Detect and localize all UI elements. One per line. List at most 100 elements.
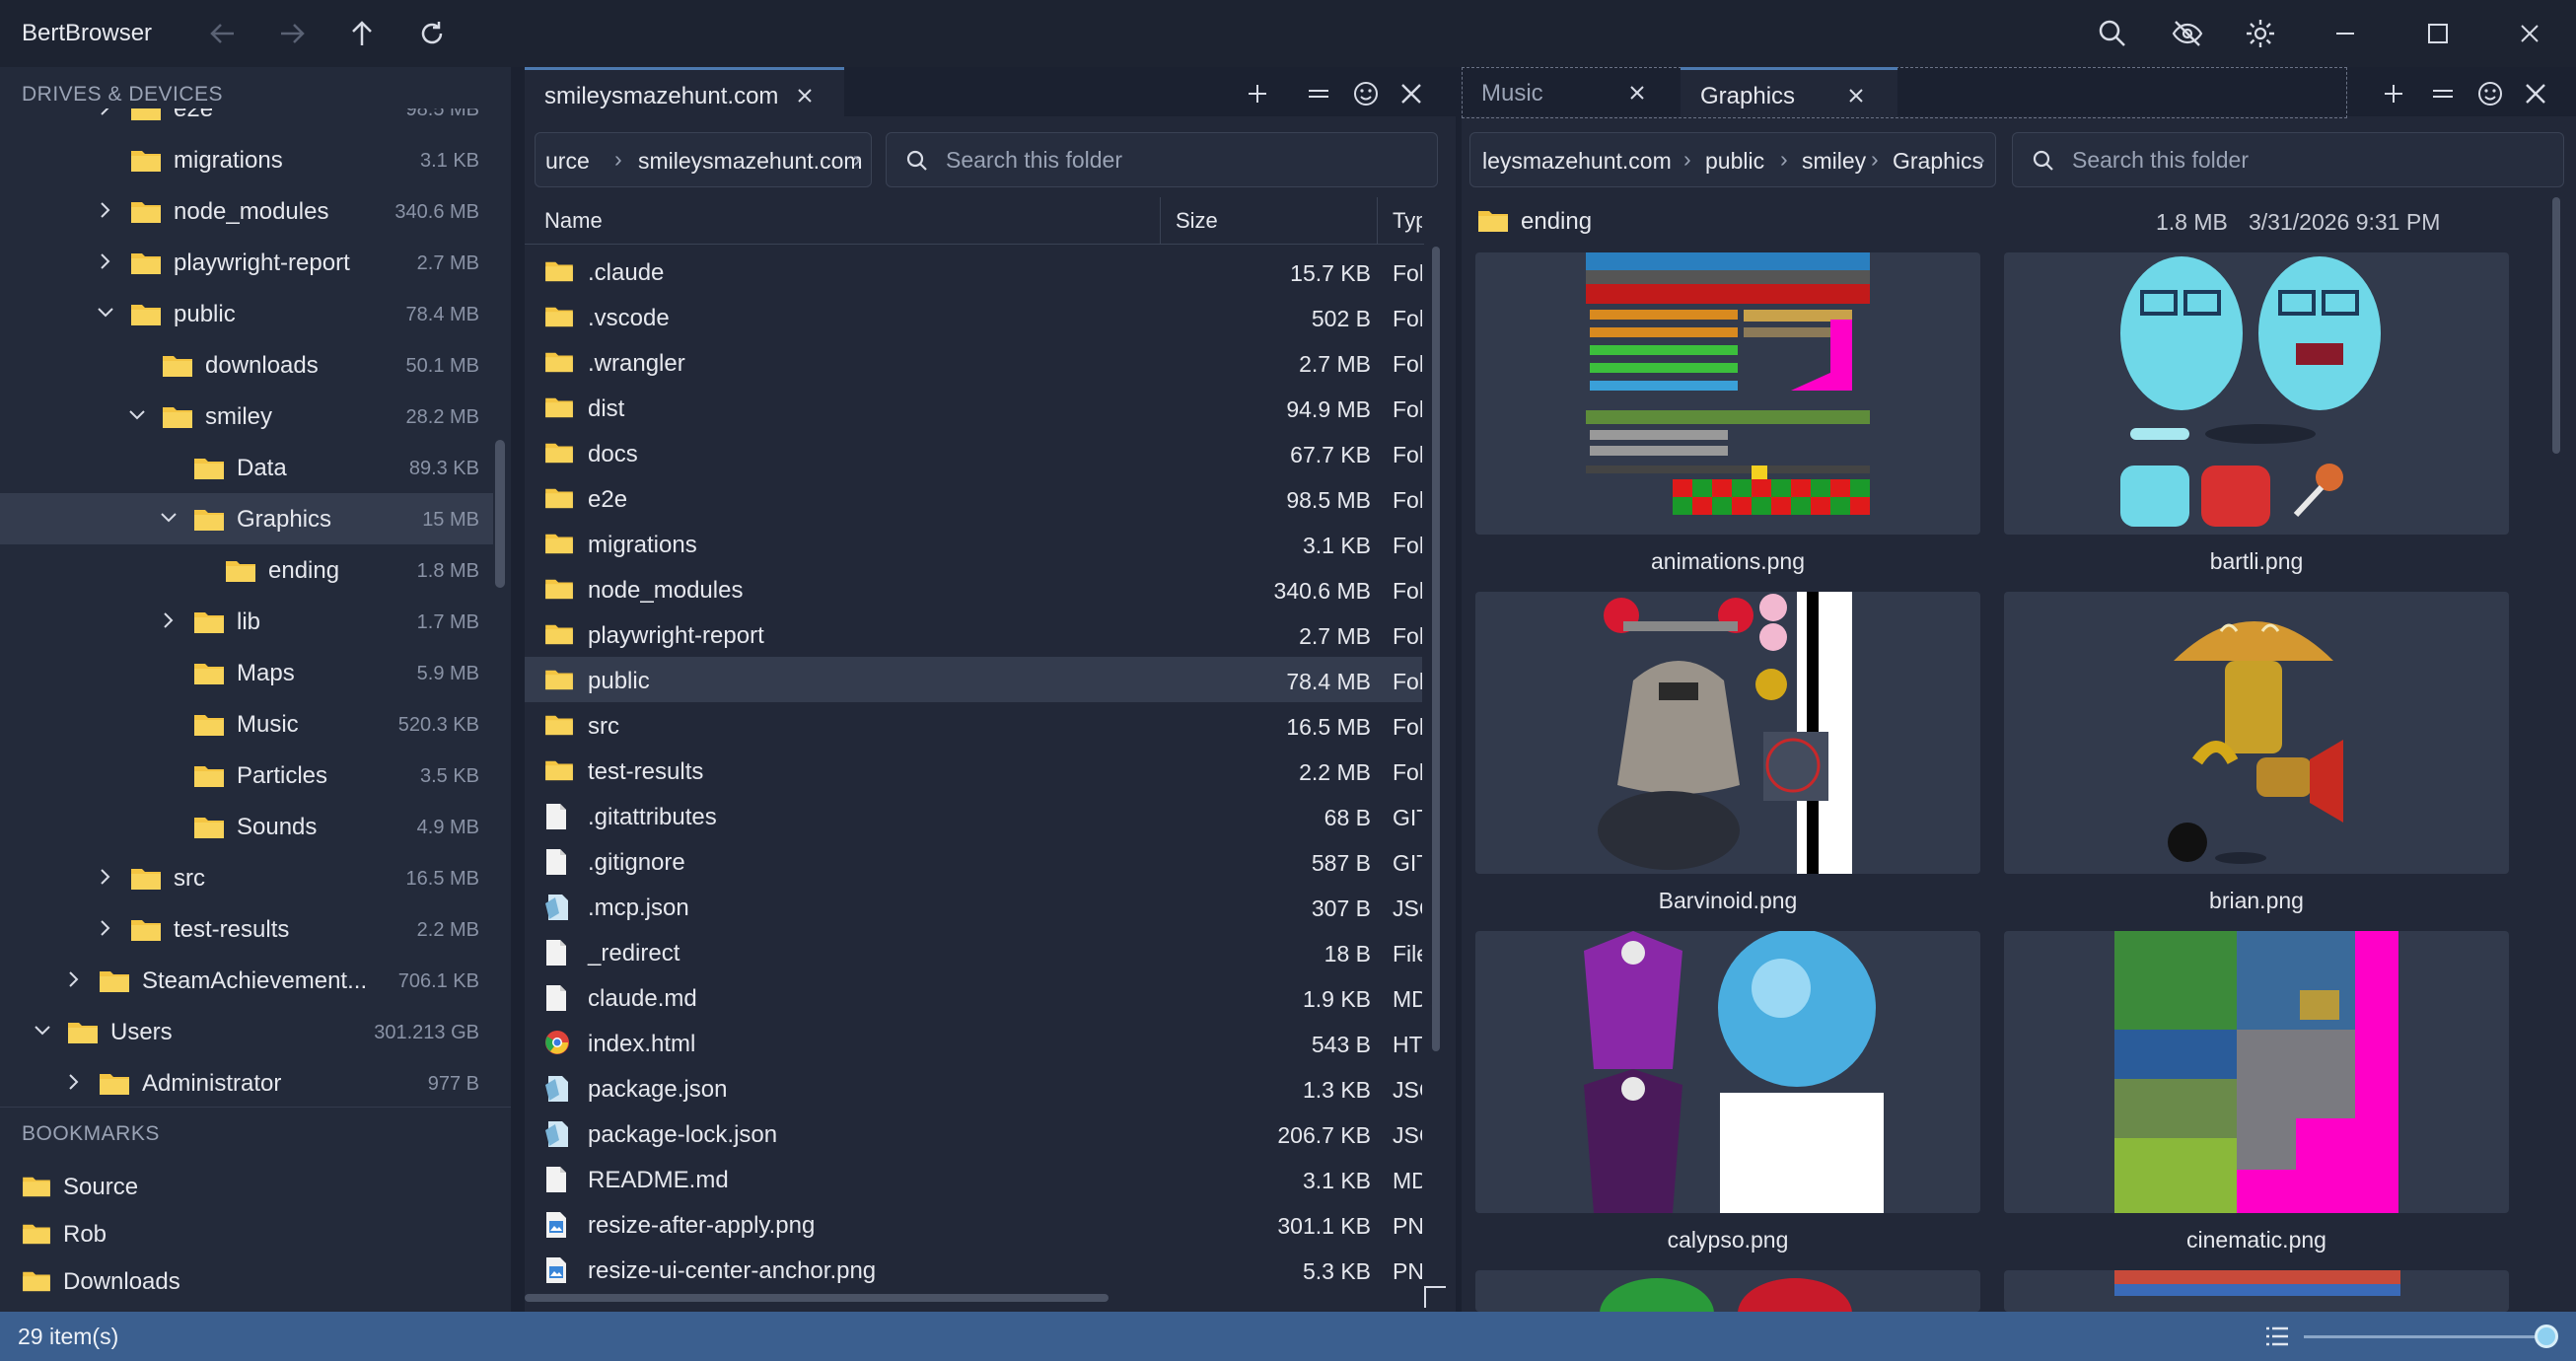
tree-item[interactable]: lib 1.7 MB: [0, 596, 493, 647]
breadcrumb-item[interactable]: urce: [545, 148, 590, 175]
tree-item[interactable]: e2e 98.5 MB: [0, 108, 493, 134]
tree-item[interactable]: src 16.5 MB: [0, 852, 493, 903]
file-row[interactable]: docs 67.7 KB Fol: [525, 430, 1422, 475]
bookmark-item[interactable]: Source: [0, 1162, 511, 1209]
close-pane-button[interactable]: [1395, 77, 1428, 110]
tab-music[interactable]: Music: [1462, 67, 1679, 116]
close-tab-button[interactable]: [1627, 83, 1647, 103]
tab-graphics[interactable]: Graphics: [1681, 67, 1897, 116]
folder-tree[interactable]: e2e 98.5 MB migrations 3.1 KB node_modules 34…: [0, 108, 493, 1107]
file-row[interactable]: public 78.4 MB Fol: [525, 657, 1422, 702]
hidden-files-toggle[interactable]: [2168, 14, 2207, 53]
tree-item[interactable]: test-results 2.2 MB: [0, 903, 493, 955]
right-address-bar[interactable]: leysmazehunt.com › public › smiley › Gra…: [1469, 132, 1996, 187]
horizontal-scrollbar[interactable]: [525, 1294, 1109, 1302]
expand-toggle[interactable]: [95, 199, 116, 221]
collapse-pane-button[interactable]: [1302, 77, 1335, 110]
breadcrumb-item[interactable]: leysmazehunt.com: [1482, 148, 1672, 175]
vertical-scrollbar[interactable]: [1432, 247, 1440, 1051]
file-row[interactable]: _redirect 18 B File: [525, 929, 1422, 974]
thumbnail-cinematic[interactable]: [2004, 931, 2509, 1213]
file-row[interactable]: .gitattributes 68 B GIT: [525, 793, 1422, 838]
close-tab-button[interactable]: [795, 86, 815, 106]
thumbnail-calypso[interactable]: [1475, 931, 1980, 1213]
maximize-button[interactable]: [2418, 14, 2458, 53]
new-tab-button[interactable]: [2377, 77, 2410, 110]
right-search-box[interactable]: [2012, 132, 2564, 187]
expand-toggle[interactable]: [63, 968, 85, 990]
column-header-size[interactable]: Size: [1176, 208, 1218, 234]
refresh-button[interactable]: [412, 14, 452, 53]
tree-item[interactable]: Maps 5.9 MB: [0, 647, 493, 698]
file-row[interactable]: package.json 1.3 KB JSC: [525, 1065, 1422, 1110]
expand-toggle[interactable]: [95, 108, 116, 118]
thumbnail-brian[interactable]: [2004, 592, 2509, 874]
tree-item[interactable]: ending 1.8 MB: [0, 544, 493, 596]
forward-button[interactable]: [272, 14, 312, 53]
expand-toggle[interactable]: [158, 609, 179, 631]
file-row[interactable]: claude.md 1.9 KB MD: [525, 974, 1422, 1020]
tree-item[interactable]: playwright-report 2.7 MB: [0, 237, 493, 288]
thumbnail-barvinoid[interactable]: [1475, 592, 1980, 874]
file-row[interactable]: node_modules 340.6 MB Fol: [525, 566, 1422, 611]
file-row[interactable]: resize-after-apply.png 301.1 KB PN: [525, 1201, 1422, 1247]
file-row[interactable]: package-lock.json 206.7 KB JSC: [525, 1110, 1422, 1156]
minimize-button[interactable]: [2326, 14, 2365, 53]
thumbnail-partial[interactable]: [1475, 1270, 1980, 1312]
tree-item[interactable]: Data 89.3 KB: [0, 442, 493, 493]
file-row[interactable]: migrations 3.1 KB Fol: [525, 521, 1422, 566]
column-separator[interactable]: [1377, 197, 1378, 245]
up-button[interactable]: [342, 14, 382, 53]
breadcrumb-item[interactable]: smileysmazehunt.com: [638, 148, 863, 175]
left-search-box[interactable]: [886, 132, 1438, 187]
file-row[interactable]: dist 94.9 MB Fol: [525, 385, 1422, 430]
smiley-button[interactable]: [2473, 77, 2507, 110]
tree-item[interactable]: node_modules 340.6 MB: [0, 185, 493, 237]
tree-item[interactable]: Sounds 4.9 MB: [0, 801, 493, 852]
thumbnail-animations[interactable]: [1475, 252, 1980, 535]
expand-toggle[interactable]: [95, 917, 116, 939]
collapse-toggle[interactable]: [32, 1020, 53, 1041]
file-row[interactable]: src 16.5 MB Fol: [525, 702, 1422, 748]
new-tab-button[interactable]: [1241, 77, 1274, 110]
zoom-slider-track[interactable]: [2304, 1335, 2540, 1338]
tree-item[interactable]: public 78.4 MB: [0, 288, 493, 339]
file-row[interactable]: test-results 2.2 MB Fol: [525, 748, 1422, 793]
file-row[interactable]: README.md 3.1 KB MD: [525, 1156, 1422, 1201]
tab-smileysmazehunt[interactable]: smileysmazehunt.com: [525, 67, 844, 116]
zoom-slider-thumb[interactable]: [2535, 1325, 2558, 1348]
search-input[interactable]: [946, 145, 1419, 175]
close-tab-button[interactable]: [1846, 86, 1866, 106]
file-row[interactable]: .gitignore 587 B GIT: [525, 838, 1422, 884]
column-separator[interactable]: [1160, 197, 1161, 245]
file-row[interactable]: index.html 543 B HT: [525, 1020, 1422, 1065]
tree-item[interactable]: Users 301.213 GB: [0, 1006, 493, 1057]
sidebar-splitter[interactable]: [511, 67, 525, 1312]
tree-item[interactable]: downloads 50.1 MB: [0, 339, 493, 391]
file-row[interactable]: .claude 15.7 KB Fol: [525, 249, 1422, 294]
breadcrumb-item[interactable]: public: [1705, 148, 1764, 175]
tree-item[interactable]: smiley 28.2 MB: [0, 391, 493, 442]
column-header-type[interactable]: Typ: [1393, 208, 1422, 234]
tree-item[interactable]: Graphics 15 MB: [0, 493, 493, 544]
tree-item[interactable]: migrations 3.1 KB: [0, 134, 493, 185]
folder-row-ending[interactable]: ending 1.8 MB 3/31/2026 9:31 PM: [1469, 197, 2544, 243]
file-row[interactable]: .vscode 502 B Fol: [525, 294, 1422, 339]
collapse-toggle[interactable]: [158, 507, 179, 529]
tree-scrollbar[interactable]: [495, 440, 505, 588]
tree-item[interactable]: Particles 3.5 KB: [0, 750, 493, 801]
file-row[interactable]: .mcp.json 307 B JSC: [525, 884, 1422, 929]
file-row[interactable]: playwright-report 2.7 MB Fol: [525, 611, 1422, 657]
smiley-button[interactable]: [1349, 77, 1383, 110]
file-row[interactable]: resize-ui-center-anchor.png 5.3 KB PN: [525, 1247, 1422, 1292]
tree-item[interactable]: Music 520.3 KB: [0, 698, 493, 750]
tree-item[interactable]: Administrator 977 B: [0, 1057, 493, 1107]
column-header-name[interactable]: Name: [544, 208, 603, 234]
back-button[interactable]: [203, 14, 243, 53]
expand-toggle[interactable]: [95, 251, 116, 272]
thumbnail-bartli[interactable]: [2004, 252, 2509, 535]
close-window-button[interactable]: [2510, 14, 2549, 53]
left-address-bar[interactable]: urce › smileysmazehunt.com ›: [535, 132, 872, 187]
collapse-toggle[interactable]: [126, 404, 148, 426]
search-button[interactable]: [2093, 14, 2132, 53]
